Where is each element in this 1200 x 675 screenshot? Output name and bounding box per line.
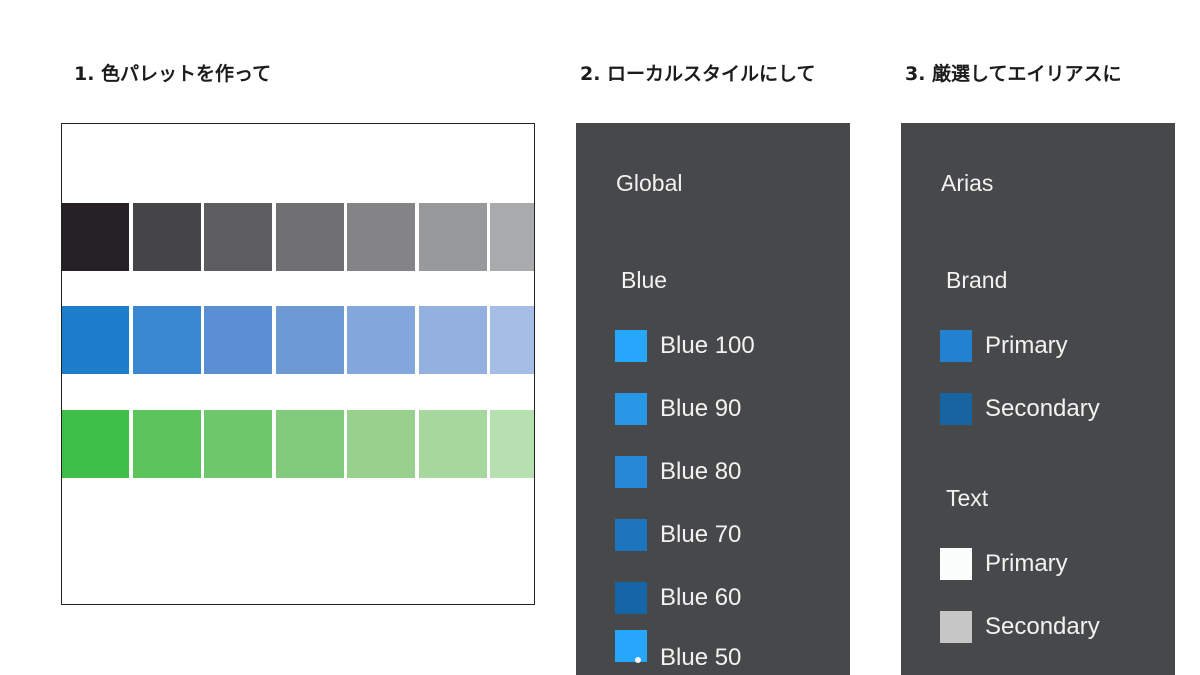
- color-swatch-gray-1[interactable]: [62, 203, 129, 271]
- group-title-text: Text: [946, 485, 989, 511]
- style-label: Primary: [985, 332, 1068, 359]
- alias-styles-panel: Arias Brand Primary Secondary Text Prima…: [901, 123, 1175, 675]
- color-swatch: [615, 630, 647, 662]
- color-swatch: [940, 330, 972, 362]
- color-swatch-green-2[interactable]: [132, 410, 201, 478]
- color-swatch: [615, 330, 647, 362]
- panel-title-alias: Arias: [941, 170, 994, 196]
- step3-heading: 3. 厳選してエイリアスに: [905, 63, 1122, 85]
- local-styles-panel: Global Blue Blue 100 Blue 90 Blue 80 Blu…: [576, 123, 850, 675]
- style-label: Secondary: [985, 395, 1100, 422]
- color-swatch: [615, 456, 647, 488]
- style-label: Blue 100: [660, 332, 755, 359]
- step2-heading: 2. ローカルスタイルにして: [580, 63, 816, 85]
- color-swatch-green-1[interactable]: [62, 410, 129, 478]
- color-swatch-blue-5[interactable]: [347, 306, 415, 374]
- color-swatch-blue-7[interactable]: [490, 306, 534, 374]
- color-swatch-blue-4[interactable]: [275, 306, 344, 374]
- panel-title-global: Global: [616, 170, 683, 196]
- color-swatch-green-7[interactable]: [490, 410, 534, 478]
- color-swatch-blue-6[interactable]: [418, 306, 487, 374]
- color-swatch-green-5[interactable]: [347, 410, 415, 478]
- color-swatch-green-6[interactable]: [418, 410, 487, 478]
- color-swatch-gray-7[interactable]: [490, 203, 534, 271]
- style-label: Blue 60: [660, 584, 742, 611]
- color-swatch: [615, 582, 647, 614]
- color-swatch-green-4[interactable]: [275, 410, 344, 478]
- color-swatch-blue-1[interactable]: [62, 306, 129, 374]
- color-swatch-gray-2[interactable]: [132, 203, 201, 271]
- color-swatch: [940, 611, 972, 643]
- color-swatch-gray-4[interactable]: [275, 203, 344, 271]
- group-title-blue: Blue: [621, 267, 668, 293]
- style-label: Blue 90: [660, 395, 742, 422]
- style-label: Secondary: [985, 613, 1100, 640]
- color-swatch-gray-3[interactable]: [204, 203, 272, 271]
- style-label: Primary: [985, 550, 1068, 577]
- color-swatch-gray-6[interactable]: [418, 203, 487, 271]
- color-swatch: [940, 393, 972, 425]
- color-palette-frame[interactable]: [61, 123, 535, 605]
- color-swatch-blue-3[interactable]: [204, 306, 272, 374]
- color-swatch-green-3[interactable]: [204, 410, 272, 478]
- color-swatch: [940, 548, 972, 580]
- drag-indicator-dot: [635, 657, 641, 663]
- style-label: Blue 80: [660, 458, 742, 485]
- style-label: Blue 70: [660, 521, 742, 548]
- step1-heading: 1. 色パレットを作って: [74, 63, 272, 85]
- color-swatch-gray-5[interactable]: [347, 203, 415, 271]
- color-swatch: [615, 393, 647, 425]
- group-title-brand: Brand: [946, 267, 1008, 293]
- style-label: Blue 50: [660, 644, 742, 671]
- color-swatch-blue-2[interactable]: [132, 306, 201, 374]
- color-swatch: [615, 519, 647, 551]
